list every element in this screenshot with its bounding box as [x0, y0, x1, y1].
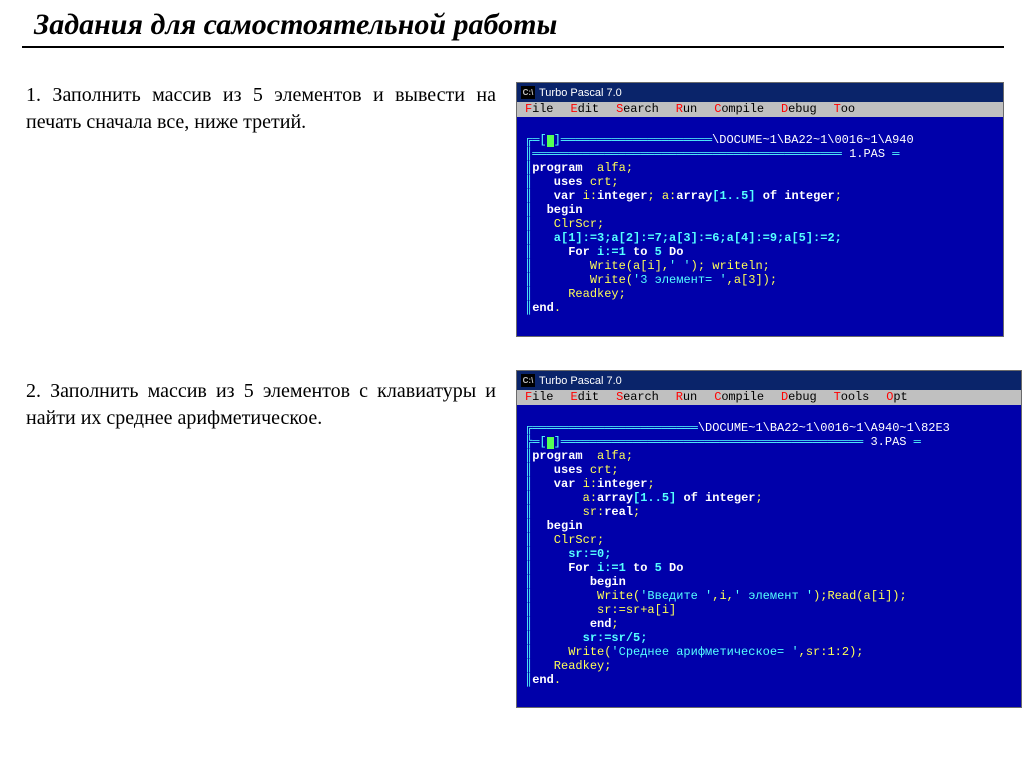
menubar-1[interactable]: File Edit Search Run Compile Debug Too — [517, 102, 1003, 117]
titlebar-1: C:\ Turbo Pascal 7.0 — [517, 83, 1003, 102]
title-underline — [22, 46, 1004, 48]
editor-body-2[interactable]: ╔═══════════════════════\DOCUME~1\BA22~1… — [517, 405, 1021, 707]
menubar-2[interactable]: File Edit Search Run Compile Debug Tools… — [517, 390, 1021, 405]
close-box-icon[interactable] — [547, 437, 554, 449]
titlebar-text: Turbo Pascal 7.0 — [539, 87, 622, 99]
close-box-icon[interactable] — [547, 135, 554, 147]
titlebar-text: Turbo Pascal 7.0 — [539, 375, 622, 387]
turbo-pascal-window-2: C:\ Turbo Pascal 7.0 File Edit Search Ru… — [516, 370, 1022, 708]
turbo-pascal-window-1: C:\ Turbo Pascal 7.0 File Edit Search Ru… — [516, 82, 1004, 337]
cmd-icon: C:\ — [521, 86, 535, 99]
titlebar-2: C:\ Turbo Pascal 7.0 — [517, 371, 1021, 390]
cmd-icon: C:\ — [521, 374, 535, 387]
task-1-text: 1. Заполнить массив из 5 элементов и выв… — [26, 82, 496, 136]
page-title: Задания для самостоятельной работы — [0, 0, 1024, 46]
task-2-text: 2. Заполнить массив из 5 элементов с кла… — [26, 378, 496, 432]
editor-body-1[interactable]: ╔═[]═════════════════════\DOCUME~1\BA22~… — [517, 117, 1003, 336]
